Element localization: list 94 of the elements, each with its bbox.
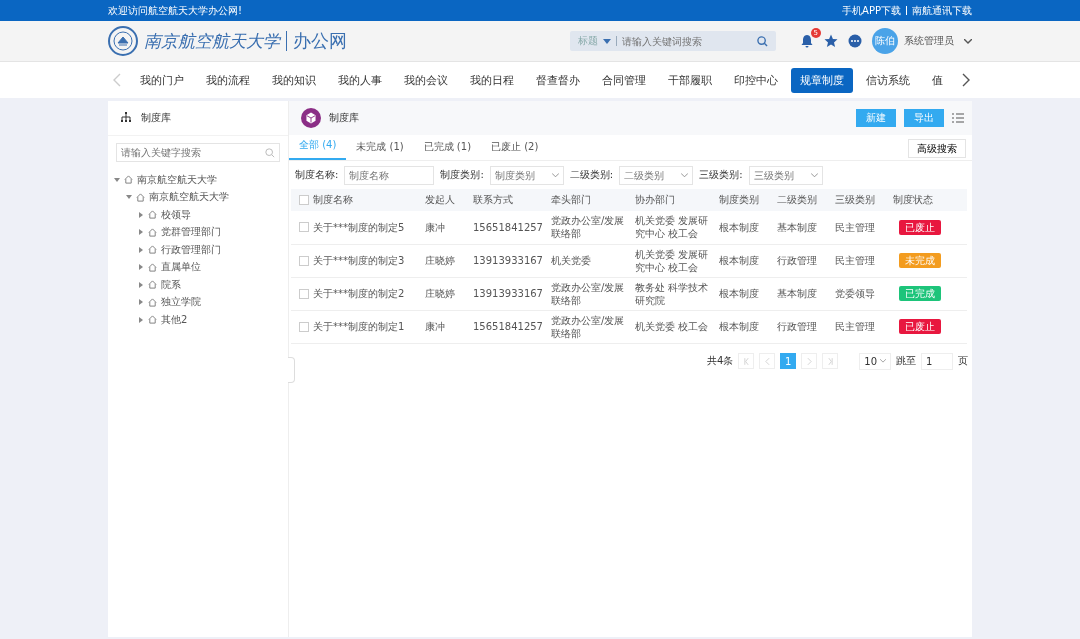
column-header: 发起人 [425, 194, 455, 205]
table-cell: 基本制度 [777, 288, 817, 299]
table-cell: 庄晓婷 [425, 288, 455, 299]
nav-tab[interactable]: 我的日程 [461, 67, 523, 93]
tree-item[interactable]: 南京航空航天大学 [149, 190, 229, 205]
nav-tab[interactable]: 我的会议 [395, 67, 457, 93]
table-cell: 根本制度 [719, 255, 759, 266]
filter-tab[interactable]: 未完成 (1) [346, 140, 414, 160]
table-cell: 基本制度 [777, 221, 817, 233]
nav-tab[interactable]: 印控中心 [725, 67, 787, 93]
table-cell: 党政办公室/发展联络部 [551, 281, 625, 306]
download-link[interactable]: 手机APP下载 [842, 3, 901, 18]
table-cell: 关于***制度的制定2 [313, 288, 405, 299]
download-link[interactable]: 南航通讯下载 [912, 3, 972, 18]
column-header: 制度类别 [719, 194, 759, 205]
panel-title: 制度库 [141, 111, 171, 125]
search-input[interactable]: 请输入关键词搜索 [622, 35, 752, 47]
tree-item[interactable]: 独立学院 [161, 295, 201, 310]
advanced-search-button[interactable]: 高级搜索 [908, 139, 966, 158]
column-header: 三级类别 [835, 194, 875, 205]
table-cell: 关于***制度的制定5 [313, 221, 405, 233]
table-cell: 康冲 [425, 221, 445, 233]
table-cell: 机关党委 校工会 [635, 321, 709, 332]
table-cell: 机关党委 发展研究中心 校工会 [635, 215, 709, 240]
tree-item[interactable]: 校领导 [161, 207, 191, 222]
table-cell: 关于***制度的制定3 [313, 255, 405, 266]
column-header: 牵头部门 [551, 194, 591, 205]
filter-label: 制度类别: [440, 168, 484, 182]
select-field[interactable]: 二级类别 [619, 165, 694, 185]
table-cell: 根本制度 [719, 288, 759, 299]
nav-tab[interactable]: 规章制度 [791, 67, 853, 93]
status-tag: 已废止 [899, 219, 941, 235]
table-cell: 13913933167 [473, 255, 543, 266]
column-header: 制度名称 [313, 194, 353, 205]
table-cell: 庄晓婷 [425, 255, 455, 266]
status-tag: 已废止 [899, 319, 941, 334]
table-cell: 根本制度 [719, 321, 759, 332]
status-tag: 已完成 [899, 286, 941, 301]
nav-tab[interactable]: 我的人事 [329, 67, 391, 93]
select-field[interactable]: 制度类别 [489, 165, 564, 185]
table-cell: 15651841257 [473, 221, 543, 233]
panel-title: 制度库 [329, 111, 359, 125]
column-header: 二级类别 [777, 194, 817, 205]
table-cell: 教务处 科学技术研究院 [635, 281, 709, 306]
nav-tab[interactable]: 我的知识 [263, 67, 325, 93]
status-tag: 未完成 [899, 253, 941, 268]
table-cell: 行政管理 [777, 321, 817, 332]
table-cell: 机关党委 [551, 255, 591, 266]
filter-label: 三级类别: [699, 168, 743, 182]
filter-label: 制度名称: [295, 168, 339, 182]
welcome-text: 欢迎访问航空航天大学办公网! [108, 3, 242, 18]
column-header: 联系方式 [473, 194, 513, 205]
page-unit: 页 [958, 354, 968, 368]
jump-label: 跳至 [896, 354, 916, 368]
table-cell: 根本制度 [719, 221, 759, 233]
table-cell: 康冲 [425, 321, 445, 332]
table-cell: 机关党委 发展研究中心 校工会 [635, 248, 709, 273]
filter-tab[interactable]: 已完成 (1) [413, 140, 482, 160]
filter-label: 二级类别: [569, 168, 614, 182]
nav-tab[interactable]: 干部履职 [659, 67, 721, 93]
table-cell: 民主管理 [835, 221, 875, 233]
nav-tab[interactable]: 值 [923, 67, 952, 93]
nav-tab[interactable]: 我的流程 [197, 67, 259, 93]
search-field[interactable]: 请输入关键字搜索 [116, 143, 280, 162]
table-cell: 党政办公室/发展联络部 [551, 215, 625, 240]
tree-item[interactable]: 院系 [161, 277, 181, 292]
nav-tab[interactable]: 督查督办 [527, 67, 589, 93]
table-cell: 13913933167 [473, 288, 543, 299]
column-header: 协办部门 [635, 194, 675, 205]
user-name[interactable]: 系统管理员 [904, 34, 954, 48]
table-cell: 民主管理 [835, 255, 875, 266]
university-name: 南京航空航天大学 [144, 29, 280, 53]
page-size-select[interactable]: 10 [859, 352, 891, 370]
table-cell: 民主管理 [835, 321, 875, 332]
nav-tab[interactable]: 信访系统 [857, 67, 919, 93]
site-name: 办公网 [293, 29, 347, 53]
nav-tab[interactable]: 我的门户 [131, 67, 193, 93]
tree-item[interactable]: 直属单位 [161, 260, 201, 275]
tree-item[interactable]: 党群管理部门 [161, 225, 221, 240]
tree-item[interactable]: 南京航空航天大学 [137, 172, 217, 187]
page-input[interactable]: 1 [921, 352, 953, 370]
total-count: 共4条 [706, 354, 734, 368]
tree-item[interactable]: 其他2 [161, 312, 188, 327]
table-cell: 党委领导 [835, 288, 875, 299]
table-cell: 15651841257 [473, 321, 543, 332]
table-cell: 行政管理 [777, 255, 817, 266]
column-header: 制度状态 [893, 194, 933, 205]
table-cell: 关于***制度的制定1 [313, 321, 405, 332]
filter-tab[interactable]: 已废止 (2) [481, 140, 549, 160]
input-field[interactable]: 制度名称 [344, 165, 435, 185]
nav-tab[interactable]: 合同管理 [593, 67, 655, 93]
select-field[interactable]: 三级类别 [748, 165, 823, 185]
table-cell: 党政办公室/发展联络部 [551, 314, 625, 339]
tree-item[interactable]: 行政管理部门 [161, 242, 221, 257]
